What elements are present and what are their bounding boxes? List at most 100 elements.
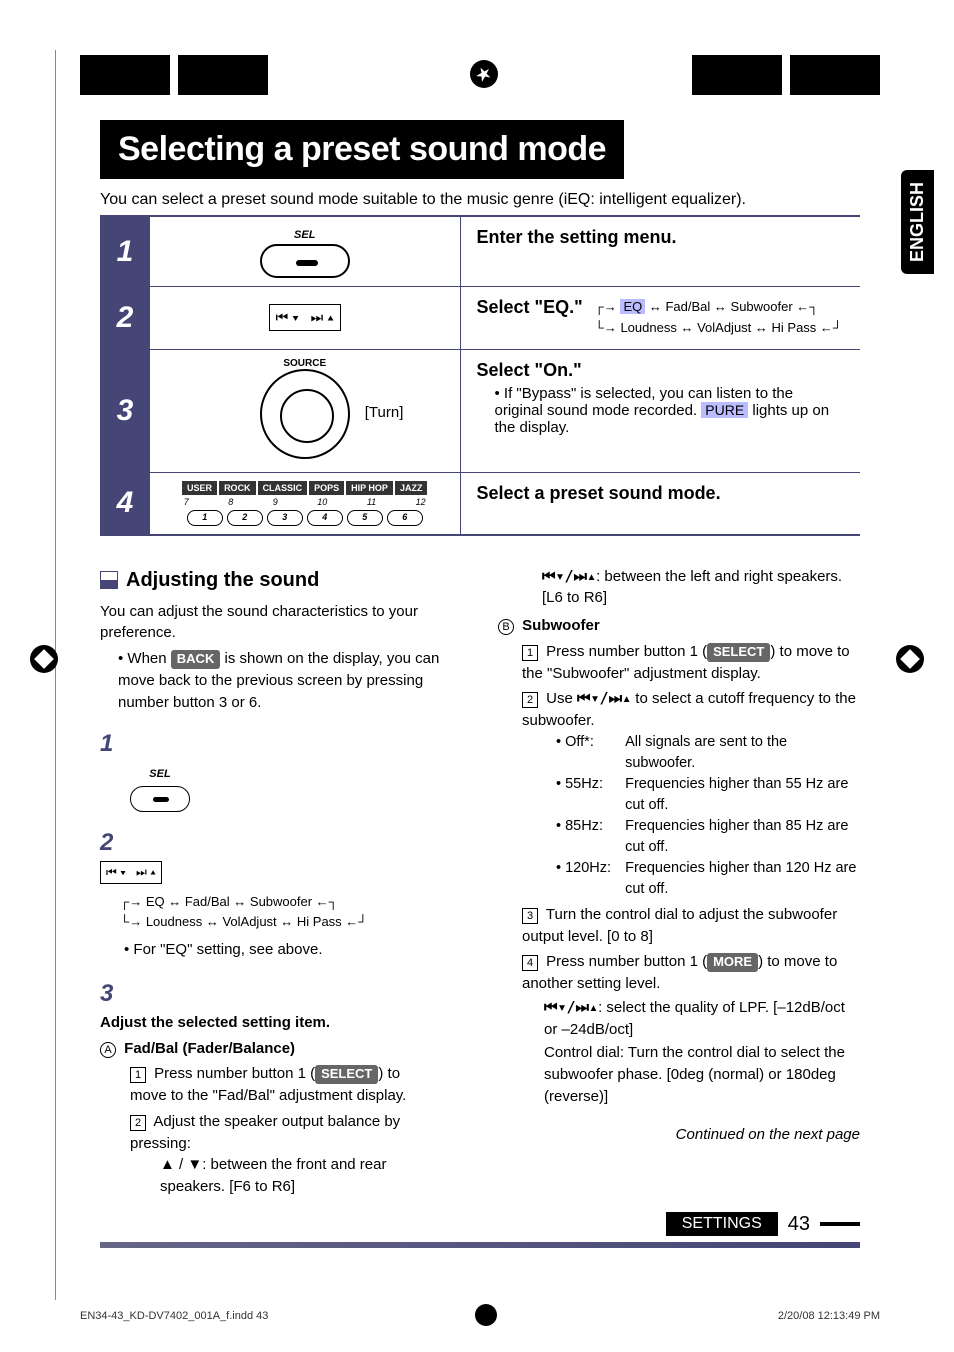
menu-item-eq: EQ [620, 299, 645, 314]
num-button: 1 [187, 510, 223, 526]
menu-loop-diagram: ┌→ EQ ↔ Fad/Bal ↔ Subwoofer ←┐ └→ Loudne… [120, 892, 440, 931]
eq-preset: USER [182, 481, 217, 495]
control-dial-icon [260, 369, 350, 459]
step-number: 1 [100, 216, 150, 287]
freq-label: 85Hz: [565, 816, 625, 858]
nav-left-right-icon: ⏮▾/⏭▴ [542, 567, 596, 585]
freq-desc: Frequencies higher than 120 Hz are cut o… [625, 858, 860, 900]
freq-row: • Off*:All signals are sent to the subwo… [492, 732, 860, 774]
menu-item: Subwoofer [731, 299, 793, 314]
step-3-num: 3 [100, 977, 124, 1012]
text: Press number button 1 ( [546, 643, 707, 660]
menu-item: Loudness [620, 320, 676, 335]
back-note: When BACK is shown on the display, you c… [118, 648, 468, 713]
menu-item: Subwoofer [250, 894, 312, 909]
fadbal-label: Fad/Bal (Fader/Balance) [124, 1040, 295, 1057]
freq-desc: Frequencies higher than 85 Hz are cut of… [625, 816, 860, 858]
steps-table: 1 SEL Enter the setting menu. 2 ⏮ ▾ ⏭ ▴ … [100, 215, 860, 536]
step-description: Select "On." If "Bypass" is selected, yo… [460, 349, 860, 472]
step-number: 3 [100, 349, 150, 472]
step-image: SEL [150, 216, 460, 287]
menu-item: EQ [146, 894, 165, 909]
arrow-keys-small-icon: ⏮ ▾ ⏭ ▴ [100, 861, 162, 884]
select-pill: SELECT [315, 1065, 378, 1084]
nav-left-right-icon: ⏮▾/⏭▴ [577, 689, 631, 707]
register-mark-left [30, 645, 58, 673]
menu-item: VolAdjust [697, 320, 751, 335]
boxed-1: 1 [522, 645, 538, 661]
menu-item: VolAdjust [222, 914, 276, 929]
num-button: 5 [347, 510, 383, 526]
eq-note: For "EQ" setting, see above. [124, 939, 440, 961]
text: Adjust the speaker output balance by pre… [130, 1113, 400, 1152]
select-pill: SELECT [707, 643, 770, 662]
freq-row: • 120Hz:Frequencies higher than 120 Hz a… [492, 858, 860, 900]
step-title: Select "EQ." [477, 297, 583, 318]
step-image: USER ROCK CLASSIC POPS HIP HOP JAZZ 7 8 … [150, 472, 460, 535]
file-timestamp: 2/20/08 12:13:49 PM [778, 1310, 880, 1322]
page-number: 43 [788, 1213, 810, 1236]
eq-preset-row: USER ROCK CLASSIC POPS HIP HOP JAZZ [158, 481, 452, 495]
menu-item: Loudness [146, 914, 202, 929]
step-2-num: 2 [100, 826, 124, 861]
register-mark-bottom [475, 1304, 497, 1326]
step3-title: Adjust the selected setting item. [100, 1012, 440, 1034]
step-title: Enter the setting menu. [477, 227, 677, 247]
preset-num: 8 [228, 497, 233, 507]
text: Turn the control dial to adjust the subw… [522, 906, 837, 945]
sel-button-icon [130, 786, 190, 812]
text: Use [546, 690, 577, 707]
page-footer: SETTINGS 43 [100, 1212, 860, 1252]
control-dial-note: Control dial: Turn the control dial to s… [522, 1042, 860, 1107]
boxed-2: 2 [130, 1115, 146, 1131]
num-button: 2 [227, 510, 263, 526]
eq-preset: CLASSIC [258, 481, 308, 495]
step-title: Select "On." [477, 360, 845, 381]
vertical-margin-line [55, 50, 56, 1300]
freq-label: Off*: [565, 732, 625, 774]
boxed-3: 3 [522, 908, 538, 924]
menu-flow-diagram: ┌→ EQ ↔ Fad/Bal ↔ Subwoofer ←┐ └→ Loudne… [595, 297, 843, 339]
eq-preset: POPS [309, 481, 344, 495]
step-row-4: 4 USER ROCK CLASSIC POPS HIP HOP JAZZ 7 … [100, 472, 860, 535]
preset-num: 10 [317, 497, 327, 507]
settings-label: SETTINGS [666, 1212, 778, 1236]
sel-label: SEL [294, 229, 315, 241]
adjusting-intro: You can adjust the sound characteristics… [100, 601, 468, 645]
footer-dash [820, 1222, 860, 1226]
subwoofer-label: Subwoofer [522, 617, 600, 634]
freq-desc: Frequencies higher than 55 Hz are cut of… [625, 774, 860, 816]
preset-num: 11 [367, 497, 376, 507]
continued-text: Continued on the next page [492, 1124, 860, 1146]
fadbal-updown: ▲ / ▼: between the front and rear speake… [130, 1154, 440, 1198]
freq-row: • 55Hz:Frequencies higher than 55 Hz are… [492, 774, 860, 816]
menu-item: Fad/Bal [665, 299, 710, 314]
num-button: 4 [307, 510, 343, 526]
step-description: Select a preset sound mode. [460, 472, 860, 535]
back-pill: BACK [171, 650, 221, 669]
nav-left-right-icon: ⏮▾/⏭▴ [544, 998, 598, 1016]
eq-preset: JAZZ [395, 481, 428, 495]
freq-row: • 85Hz:Frequencies higher than 85 Hz are… [492, 816, 860, 858]
step-image: ⏮ ▾ ⏭ ▴ [150, 287, 460, 350]
left-column: Adjusting the sound You can adjust the s… [100, 566, 468, 1198]
menu-item: Hi Pass [772, 320, 817, 335]
circled-a: A [100, 1042, 116, 1058]
text: When [127, 650, 170, 667]
step-note: If "Bypass" is selected, you can listen … [495, 385, 845, 436]
boxed-4: 4 [522, 955, 538, 971]
page-title: Selecting a preset sound mode [100, 120, 624, 179]
turn-label: [Turn] [365, 404, 404, 421]
arrow-keys-icon: ⏮ ▾ ⏭ ▴ [269, 304, 341, 331]
num-button: 3 [267, 510, 303, 526]
content-columns: Adjusting the sound You can adjust the s… [100, 566, 860, 1198]
num-button: 6 [387, 510, 423, 526]
eq-preset: ROCK [219, 481, 256, 495]
file-name: EN34-43_KD-DV7402_001A_f.indd 43 [80, 1310, 268, 1322]
step-description: Select "EQ." ┌→ EQ ↔ Fad/Bal ↔ Subwoofer… [460, 287, 860, 350]
freq-desc: All signals are sent to the subwoofer. [625, 732, 860, 774]
more-pill: MORE [707, 953, 758, 972]
boxed-2: 2 [522, 692, 538, 708]
sel-button-icon [260, 244, 350, 278]
section-title-adjusting: Adjusting the sound [100, 566, 468, 595]
